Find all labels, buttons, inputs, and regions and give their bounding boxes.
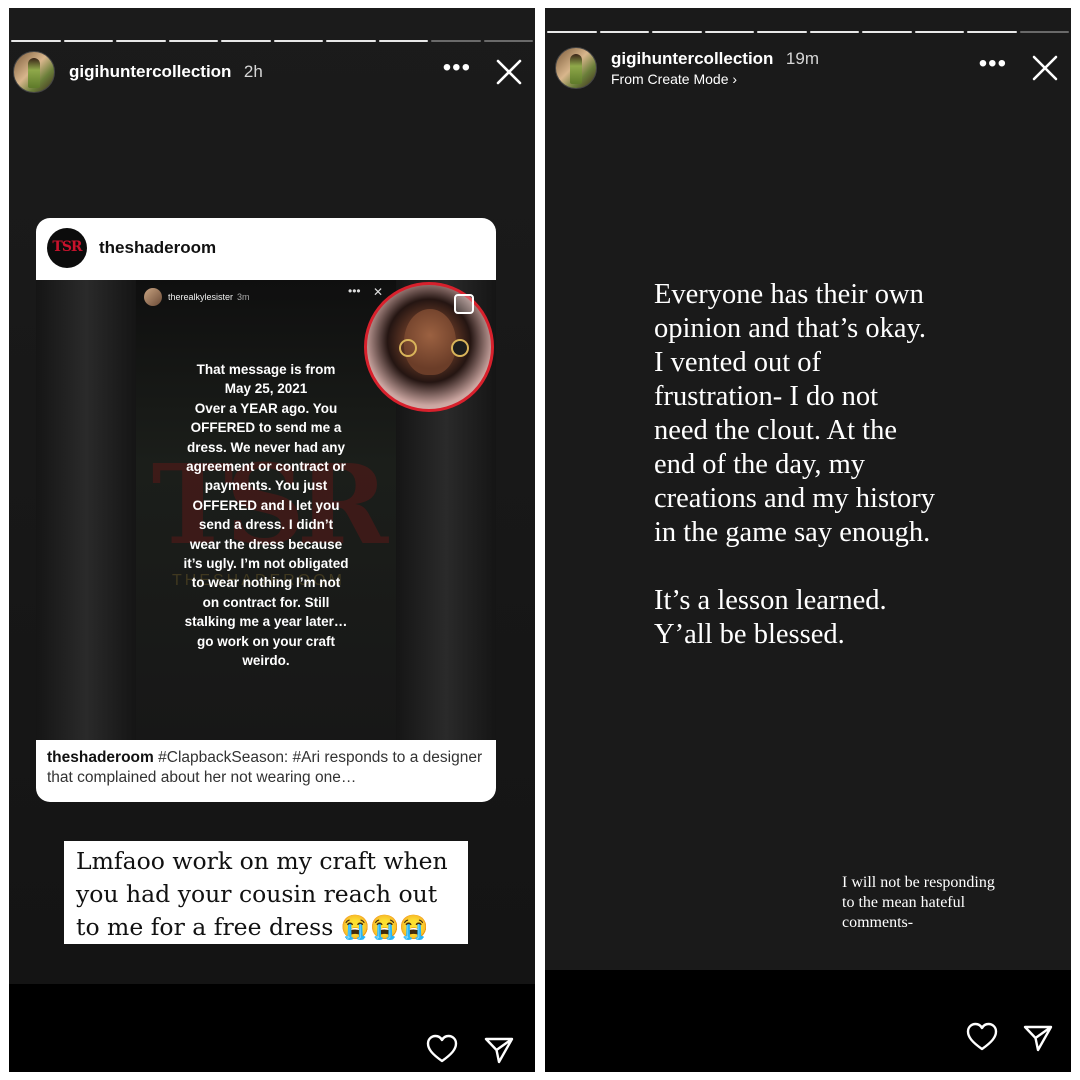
close-icon[interactable] (1031, 54, 1059, 82)
more-icon[interactable]: ••• (979, 52, 1007, 84)
blurred-background (36, 280, 136, 740)
post-header: TSR theshaderoom (36, 218, 496, 278)
progress-segment (378, 40, 428, 42)
progress-segment (757, 31, 807, 33)
overlay-text: Lmfaoo work on my craft when you had you… (76, 847, 448, 941)
progress-segment (63, 40, 113, 42)
send-icon[interactable] (484, 1036, 514, 1064)
story-text-overlay: Lmfaoo work on my craft when you had you… (64, 841, 468, 944)
progress-segment (599, 31, 649, 33)
portrait-photo (364, 282, 494, 412)
story-progress-bar (9, 40, 535, 42)
story-progress-bar (545, 31, 1071, 33)
progress-segment (652, 31, 702, 33)
story-header: gigihuntercollection 19m From Create Mod… (545, 42, 1071, 94)
avatar[interactable] (555, 47, 597, 89)
story-main-text: Everyone has their own opinion and that’… (654, 279, 935, 650)
progress-segment (273, 40, 323, 42)
embedded-timestamp: 3m (237, 292, 250, 302)
story-timestamp: 2h (243, 62, 263, 81)
embedded-message: That message is from May 25, 2021 Over a… (183, 362, 349, 669)
left-story-panel: gigihuntercollection 2h ••• TSR theshade… (9, 8, 535, 1072)
post-username[interactable]: theshaderoom (99, 238, 216, 258)
progress-segment (704, 31, 754, 33)
progress-segment (547, 31, 597, 33)
progress-segment (967, 31, 1017, 33)
progress-segment (1019, 31, 1069, 33)
progress-segment (11, 40, 61, 42)
progress-segment (168, 40, 218, 42)
progress-segment (862, 31, 912, 33)
progress-segment (326, 40, 376, 42)
create-mode-link[interactable]: From Create Mode › (611, 71, 819, 87)
progress-segment (116, 40, 166, 42)
story-username[interactable]: gigihuntercollection (69, 62, 231, 81)
embedded-story-screenshot: TSR THESHADEROOM therealkylesister 3m ••… (136, 280, 396, 740)
shared-post-card[interactable]: TSR theshaderoom TSR THESHADEROOM therea… (36, 218, 496, 802)
story-username[interactable]: gigihuntercollection (611, 49, 773, 68)
progress-segment (914, 31, 964, 33)
post-caption: theshaderoom #ClapbackSeason: #Ari respo… (47, 748, 487, 788)
multi-post-icon (454, 294, 474, 314)
close-icon: ✕ (373, 285, 384, 299)
progress-segment (431, 40, 481, 42)
story-timestamp: 19m (785, 49, 819, 68)
story-note-text: I will not be responding to the mean hat… (842, 874, 995, 931)
heart-icon[interactable] (966, 1022, 998, 1052)
heart-icon[interactable] (426, 1034, 458, 1064)
caption-username: theshaderoom (47, 749, 154, 766)
more-icon[interactable]: ••• (443, 56, 471, 88)
more-icon: ••• (348, 284, 361, 298)
avatar[interactable] (13, 51, 55, 93)
embedded-username: therealkylesister (168, 292, 234, 302)
close-icon[interactable] (495, 58, 523, 86)
send-icon[interactable] (1023, 1024, 1053, 1052)
right-story-panel: gigihuntercollection 19m From Create Mod… (545, 8, 1071, 1072)
post-media[interactable]: TSR THESHADEROOM therealkylesister 3m ••… (36, 280, 496, 740)
progress-segment (483, 40, 533, 42)
tsr-logo[interactable]: TSR (47, 228, 87, 268)
story-header: gigihuntercollection 2h ••• (9, 51, 535, 93)
progress-segment (221, 40, 271, 42)
progress-segment (809, 31, 859, 33)
avatar (144, 288, 162, 306)
